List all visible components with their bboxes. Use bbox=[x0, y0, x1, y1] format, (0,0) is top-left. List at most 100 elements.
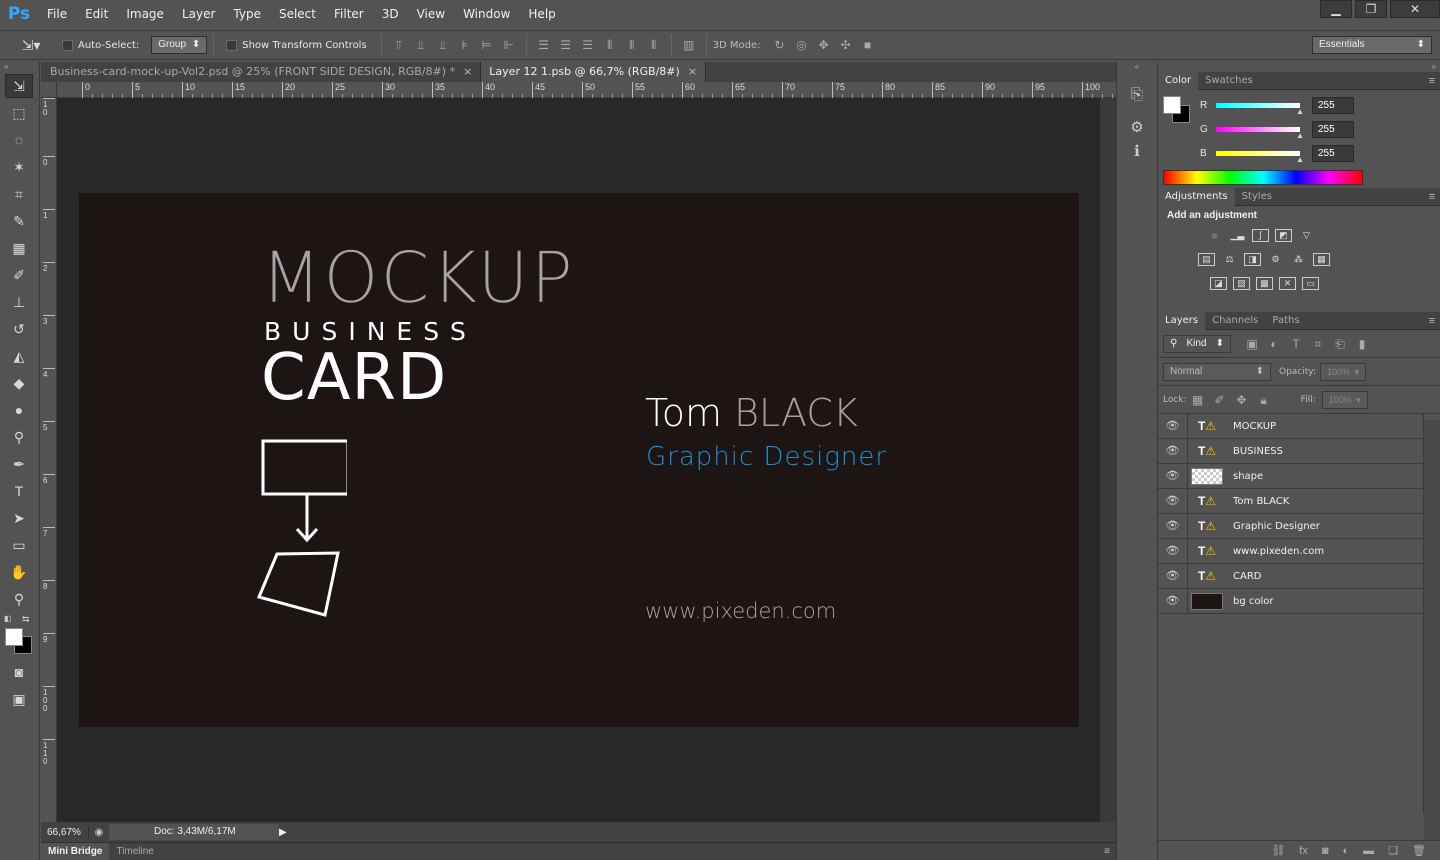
type-tool-icon[interactable]: T bbox=[5, 479, 33, 503]
show-transform-checkbox[interactable] bbox=[226, 39, 238, 51]
layers-scrollbar[interactable] bbox=[1424, 420, 1440, 840]
filter-adjustment-icon[interactable]: ◐ bbox=[1267, 337, 1281, 351]
filter-smart-object-icon[interactable]: ⎗ bbox=[1333, 337, 1347, 351]
restore-button[interactable]: ❐ bbox=[1355, 0, 1387, 18]
vertical-ruler[interactable]: 1 0 0 1 2 3 4 5 6 7 8 9 1 0 0 1 1 0 bbox=[41, 98, 57, 842]
blur-tool-icon[interactable]: ● bbox=[5, 398, 33, 422]
dodge-tool-icon[interactable]: ⚲ bbox=[5, 425, 33, 449]
pen-tool-icon[interactable]: ✒ bbox=[5, 452, 33, 476]
menu-3d[interactable]: 3D bbox=[373, 0, 408, 28]
filter-shape-icon[interactable]: ⌗ bbox=[1311, 337, 1325, 351]
new-group-icon[interactable]: ▬ bbox=[1363, 845, 1374, 857]
filter-pixel-icon[interactable]: ▣ bbox=[1245, 337, 1259, 351]
3d-slide-icon[interactable]: ✣ bbox=[839, 38, 853, 52]
layer-row[interactable]: 👁︎ T ⚠ www.pixeden.com bbox=[1158, 538, 1423, 564]
layer-row[interactable]: 👁︎ shape bbox=[1158, 463, 1423, 489]
collapse-dock-icon[interactable]: « bbox=[1117, 62, 1157, 72]
healing-brush-tool-icon[interactable]: ▦ bbox=[5, 236, 33, 260]
tab-layers[interactable]: Layers bbox=[1158, 311, 1206, 330]
tab-adjustments[interactable]: Adjustments bbox=[1158, 187, 1235, 206]
panel-menu-icon[interactable]: ≡ bbox=[1104, 846, 1116, 857]
layer-row[interactable]: 👁︎ T ⚠ MOCKUP bbox=[1158, 413, 1423, 439]
clone-stamp-tool-icon[interactable]: ⊥ bbox=[5, 290, 33, 314]
visibility-eye-icon[interactable]: 👁︎ bbox=[1158, 488, 1188, 514]
distribute-vcenter-icon[interactable]: ☰ bbox=[559, 38, 573, 52]
channel-mixer-icon[interactable]: ⁂ bbox=[1290, 254, 1307, 267]
brightness-icon[interactable]: ☼ bbox=[1206, 230, 1223, 243]
tab-color[interactable]: Color bbox=[1158, 71, 1199, 90]
align-left-icon[interactable]: ⊧ bbox=[458, 38, 472, 52]
quick-mask-icon[interactable]: ◙ bbox=[5, 660, 33, 684]
move-tool-preset-icon[interactable]: ⇲▾ bbox=[0, 37, 62, 54]
filter-type-icon[interactable]: T bbox=[1289, 337, 1303, 351]
ruler-origin[interactable] bbox=[41, 82, 57, 98]
vertical-scrollbar[interactable] bbox=[1100, 98, 1116, 822]
lock-transparent-icon[interactable]: ▦ bbox=[1191, 393, 1205, 407]
invert-icon[interactable]: ◪ bbox=[1210, 277, 1227, 290]
workspace-dropdown[interactable]: Essentials ⬍ bbox=[1312, 36, 1432, 54]
collapse-panels-icon[interactable]: » bbox=[1158, 62, 1440, 72]
selective-color-icon[interactable]: ✕ bbox=[1279, 277, 1296, 290]
distribute-hcenter-icon[interactable]: ⫴ bbox=[625, 38, 639, 52]
posterize-icon[interactable]: ▨ bbox=[1233, 277, 1250, 290]
tab-channels[interactable]: Channels bbox=[1205, 312, 1265, 330]
close-button[interactable]: ✕ bbox=[1390, 0, 1440, 18]
add-mask-icon[interactable]: ◙ bbox=[1322, 845, 1329, 857]
tab-paths[interactable]: Paths bbox=[1265, 312, 1306, 330]
auto-select-checkbox[interactable] bbox=[62, 39, 73, 51]
slider-handle-icon[interactable]: ▲ bbox=[1296, 155, 1304, 164]
distribute-right-icon[interactable]: ⫴ bbox=[647, 38, 661, 52]
swap-colors-icon[interactable]: ⇆ bbox=[22, 614, 30, 625]
opacity-field[interactable]: 100% ▾ bbox=[1320, 362, 1366, 381]
menu-filter[interactable]: Filter bbox=[325, 0, 373, 28]
green-value[interactable]: 255 bbox=[1312, 120, 1354, 138]
distribute-left-icon[interactable]: ⫴ bbox=[603, 38, 617, 52]
paint-bucket-tool-icon[interactable]: ◆ bbox=[5, 371, 33, 395]
align-bottom-icon[interactable]: ⫫ bbox=[436, 38, 450, 52]
auto-select-dropdown[interactable]: Group ⬍ bbox=[151, 36, 208, 54]
menu-image[interactable]: Image bbox=[117, 0, 173, 28]
layer-row[interactable]: 👁︎ T ⚠ Tom BLACK bbox=[1158, 488, 1423, 514]
vibrance-icon[interactable]: ▽ bbox=[1298, 230, 1315, 243]
tab-styles[interactable]: Styles bbox=[1235, 188, 1279, 206]
crop-tool-icon[interactable]: ⌗ bbox=[5, 182, 33, 206]
eraser-tool-icon[interactable]: ◭ bbox=[5, 344, 33, 368]
menu-window[interactable]: Window bbox=[454, 0, 519, 28]
tab-swatches[interactable]: Swatches bbox=[1198, 72, 1260, 90]
menu-file[interactable]: File bbox=[38, 0, 76, 28]
filter-toggle-icon[interactable]: ▮ bbox=[1355, 337, 1369, 351]
tab-layer-12[interactable]: Layer 12 1.psb @ 66,7% (RGB/8#) × bbox=[481, 62, 707, 82]
3d-drag-icon[interactable]: ✥ bbox=[817, 38, 831, 52]
blend-mode-dropdown[interactable]: Normal ⬍ bbox=[1163, 362, 1271, 381]
slider-handle-icon[interactable]: ▲ bbox=[1296, 131, 1304, 140]
menu-help[interactable]: Help bbox=[519, 0, 564, 28]
curves-icon[interactable]: ∫ bbox=[1252, 229, 1269, 242]
rectangle-tool-icon[interactable]: ▭ bbox=[5, 533, 33, 557]
green-slider[interactable]: ▲ bbox=[1216, 126, 1304, 140]
color-spectrum-ramp[interactable] bbox=[1163, 170, 1363, 185]
visibility-eye-icon[interactable]: 👁︎ bbox=[1158, 438, 1188, 464]
distribute-top-icon[interactable]: ☰ bbox=[537, 38, 551, 52]
share-icon[interactable]: ◉ bbox=[89, 827, 109, 838]
new-adjustment-layer-icon[interactable]: ◐ bbox=[1343, 845, 1350, 857]
link-layers-icon[interactable]: ⛓ bbox=[1271, 844, 1285, 857]
close-tab-icon[interactable]: × bbox=[688, 65, 697, 78]
exposure-icon[interactable]: ◩ bbox=[1275, 229, 1292, 242]
blue-value[interactable]: 255 bbox=[1312, 144, 1354, 162]
zoom-tool-icon[interactable]: ⚲ bbox=[5, 587, 33, 611]
close-tab-icon[interactable]: × bbox=[463, 65, 472, 78]
blue-slider[interactable]: ▲ bbox=[1216, 150, 1304, 164]
marquee-tool-icon[interactable]: ⬚ bbox=[5, 101, 33, 125]
panel-menu-icon[interactable]: ≡ bbox=[1429, 315, 1440, 327]
levels-icon[interactable]: ▁▃ bbox=[1229, 230, 1246, 243]
3d-rotate-icon[interactable]: ↻ bbox=[773, 38, 787, 52]
3d-scale-icon[interactable]: ■ bbox=[861, 38, 875, 52]
lock-pixels-icon[interactable]: ✐ bbox=[1213, 393, 1227, 407]
filter-kind-dropdown[interactable]: ⚲ Kind ⬍ bbox=[1163, 334, 1231, 353]
menu-layer[interactable]: Layer bbox=[173, 0, 224, 28]
visibility-eye-icon[interactable]: 👁︎ bbox=[1158, 588, 1188, 614]
menu-type[interactable]: Type bbox=[224, 0, 270, 28]
history-brush-tool-icon[interactable]: ↺ bbox=[5, 317, 33, 341]
align-right-icon[interactable]: ⊩ bbox=[502, 38, 516, 52]
tab-business-card[interactable]: Business-card-mock-up-Vol2.psd @ 25% (FR… bbox=[41, 62, 482, 82]
